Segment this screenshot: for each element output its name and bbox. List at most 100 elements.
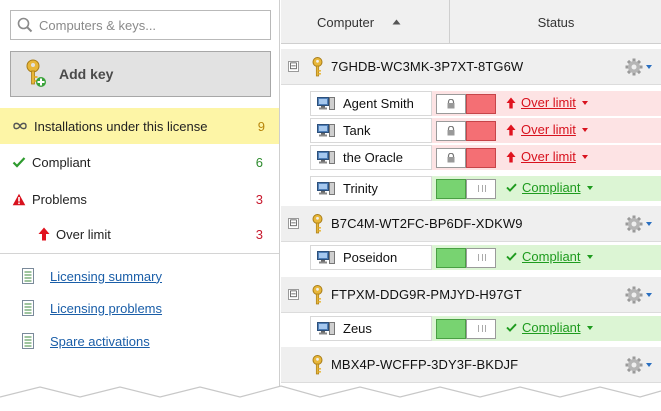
up-arrow-icon <box>38 227 50 241</box>
status-dropdown[interactable]: Over limit <box>506 122 588 137</box>
document-icon <box>22 333 34 349</box>
document-icon <box>22 300 34 316</box>
computer-row[interactable]: Agent Smith Over limit <box>310 91 661 116</box>
computer-icon <box>317 182 335 195</box>
chevron-down-icon <box>581 154 588 159</box>
computer-cell: Agent Smith <box>310 91 432 116</box>
computer-row[interactable]: Tank Over limit <box>310 118 661 143</box>
status-text: Compliant <box>522 320 581 335</box>
computer-icon <box>317 151 335 164</box>
over-limit-label: Over limit <box>56 226 111 242</box>
toggle-grip <box>478 325 486 332</box>
license-grid: Computer Status ⊟ 7GHDB-WC3MK-3P7XT-8TG6… <box>281 0 661 411</box>
computer-icon <box>317 251 335 264</box>
computer-row[interactable]: the Oracle Over limit <box>310 145 661 170</box>
toggle-grip <box>478 254 486 261</box>
computer-column-label: Computer <box>317 14 375 30</box>
gear-dropdown-arrow[interactable] <box>646 65 652 69</box>
status-dropdown[interactable]: Compliant <box>506 249 593 264</box>
collapse-toggle[interactable]: ⊟ <box>288 218 299 229</box>
up-arrow-icon <box>506 151 516 162</box>
status-dropdown[interactable]: Over limit <box>506 95 588 110</box>
computer-name: the Oracle <box>343 150 403 165</box>
computer-cell: Tank <box>310 118 432 143</box>
status-text: Over limit <box>521 149 576 164</box>
key-icon <box>312 285 323 305</box>
gear-icon[interactable] <box>625 58 643 76</box>
key-group-header[interactable]: ⊟ 7GHDB-WC3MK-3P7XT-8TG6W <box>281 49 661 85</box>
compliant-count: 6 <box>255 154 263 170</box>
gear-icon[interactable] <box>625 215 643 233</box>
up-arrow-icon <box>506 124 516 135</box>
license-toggle[interactable] <box>436 319 496 339</box>
add-key-label: Add key <box>59 66 114 82</box>
over-limit-count: 3 <box>255 226 263 242</box>
problems-count: 3 <box>255 191 263 207</box>
check-icon <box>506 323 517 332</box>
licensing-problems-link[interactable]: Licensing problems <box>50 301 162 316</box>
search-box[interactable] <box>10 10 271 40</box>
computer-row[interactable]: Poseidon Compliant <box>310 245 661 270</box>
warning-icon <box>12 193 26 205</box>
gear-dropdown-arrow[interactable] <box>646 222 652 226</box>
key-group-header[interactable]: ⊟ FTPXM-DDG9R-PMJYD-H97GT <box>281 277 661 313</box>
status-text: Over limit <box>521 122 576 137</box>
license-toggle[interactable] <box>436 248 496 268</box>
computer-row[interactable]: Zeus Compliant <box>310 316 661 341</box>
add-key-button[interactable]: Add key <box>10 51 271 97</box>
computer-column-header[interactable]: Computer <box>281 0 450 44</box>
installations-count: 9 <box>257 118 265 134</box>
license-key: FTPXM-DDG9R-PMJYD-H97GT <box>331 287 522 302</box>
status-dropdown[interactable]: Compliant <box>506 180 593 195</box>
license-toggle[interactable] <box>436 148 496 168</box>
installations-filter[interactable]: Installations under this license 9 <box>0 108 279 144</box>
gear-icon[interactable] <box>625 286 643 304</box>
search-input[interactable] <box>39 17 259 33</box>
computer-cell: the Oracle <box>310 145 432 170</box>
computer-name: Poseidon <box>343 250 398 265</box>
status-dropdown[interactable]: Over limit <box>506 149 588 164</box>
key-icon <box>312 57 323 77</box>
status-column-header[interactable]: Status <box>451 0 661 44</box>
license-toggle[interactable] <box>436 121 496 141</box>
status-cell: Over limit <box>432 91 661 116</box>
over-limit-filter[interactable]: Over limit 3 <box>0 216 279 252</box>
chevron-down-icon <box>581 127 588 132</box>
lock-icon <box>447 99 455 109</box>
license-toggle[interactable] <box>436 179 496 199</box>
license-key: 7GHDB-WC3MK-3P7XT-8TG6W <box>331 59 524 74</box>
lock-icon <box>447 126 455 136</box>
status-text: Compliant <box>522 180 581 195</box>
license-toggle[interactable] <box>436 94 496 114</box>
divider <box>0 253 279 254</box>
computer-cell: Poseidon <box>310 245 432 270</box>
collapse-toggle[interactable]: ⊟ <box>288 61 299 72</box>
lock-icon <box>447 153 455 163</box>
key-group-header[interactable]: ⊟ B7C4M-WT2FC-BP6DF-XDKW9 <box>281 206 661 242</box>
collapse-toggle[interactable]: ⊟ <box>288 289 299 300</box>
licensing-summary-link[interactable]: Licensing summary <box>50 269 162 284</box>
key-icon <box>312 214 323 234</box>
status-dropdown[interactable]: Compliant <box>506 320 593 335</box>
up-arrow-icon <box>506 97 516 108</box>
problems-filter[interactable]: Problems 3 <box>0 181 279 217</box>
key-add-icon <box>26 59 46 87</box>
computer-icon <box>317 97 335 110</box>
compliant-label: Compliant <box>32 154 91 170</box>
compliant-filter[interactable]: Compliant 6 <box>0 144 279 180</box>
sort-ascending-icon <box>392 19 401 25</box>
spare-activations-item[interactable]: Spare activations <box>22 330 150 352</box>
computer-name: Trinity <box>343 181 378 196</box>
spare-activations-link[interactable]: Spare activations <box>50 334 150 349</box>
licensing-problems-item[interactable]: Licensing problems <box>22 297 162 319</box>
computer-row[interactable]: Trinity Compliant <box>310 176 661 201</box>
licensing-summary-item[interactable]: Licensing summary <box>22 265 162 287</box>
problems-label: Problems <box>32 191 87 207</box>
status-text: Over limit <box>521 95 576 110</box>
computer-cell: Trinity <box>310 176 432 201</box>
computer-cell: Zeus <box>310 316 432 341</box>
gear-dropdown-arrow[interactable] <box>646 293 652 297</box>
chevron-down-icon <box>581 100 588 105</box>
status-cell: Over limit <box>432 118 661 143</box>
status-cell: Compliant <box>432 176 661 201</box>
